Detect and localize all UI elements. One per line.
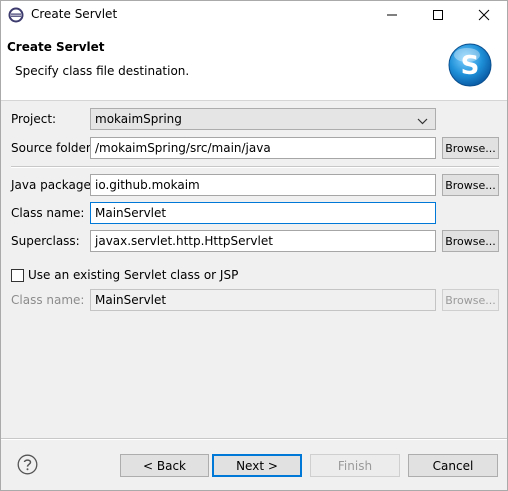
class-name-input[interactable]: MainServlet [90, 202, 436, 224]
help-icon [17, 454, 38, 475]
minimize-icon [387, 14, 397, 16]
maximize-button[interactable] [415, 1, 461, 29]
window-title: Create Servlet [31, 7, 118, 21]
minimize-button[interactable] [369, 1, 415, 29]
class-name-label: Class name: [11, 206, 85, 220]
help-button[interactable] [17, 454, 38, 475]
superclass-browse-button[interactable]: Browse... [442, 230, 499, 252]
cancel-button[interactable]: Cancel [408, 454, 498, 477]
project-value: mokaimSpring [95, 112, 182, 126]
wizard-header: Create Servlet Specify class file destin… [1, 29, 507, 101]
close-button[interactable] [461, 1, 507, 29]
java-package-label: Java package: [11, 178, 95, 192]
chevron-down-icon [417, 113, 428, 125]
source-folder-browse-button[interactable]: Browse... [442, 137, 499, 159]
finish-button: Finish [310, 454, 400, 477]
eclipse-app-icon [8, 7, 24, 23]
back-button[interactable]: < Back [120, 454, 209, 477]
source-folder-label: Source folder: [11, 141, 95, 155]
title-bar[interactable]: Create Servlet [1, 1, 507, 29]
java-package-browse-button[interactable]: Browse... [442, 174, 499, 196]
java-package-input[interactable]: io.github.mokaim [90, 174, 436, 196]
source-folder-input[interactable]: /mokaimSpring/src/main/java [90, 137, 436, 159]
wizard-title: Create Servlet [7, 40, 105, 54]
existing-class-browse-button: Browse... [442, 289, 499, 311]
project-combo[interactable]: mokaimSpring [90, 108, 436, 130]
servlet-logo-icon: S [447, 42, 493, 88]
use-existing-checkbox-row[interactable]: Use an existing Servlet class or JSP [11, 267, 238, 283]
superclass-input[interactable]: javax.servlet.http.HttpServlet [90, 230, 436, 252]
existing-class-name-label: Class name: [11, 293, 85, 307]
existing-class-name-input: MainServlet [90, 289, 436, 311]
project-label: Project: [11, 112, 57, 126]
create-servlet-dialog: Create Servlet Create Servlet Specify cl… [0, 0, 508, 491]
logo-letter: S [461, 51, 480, 81]
maximize-icon [433, 10, 443, 20]
wizard-description: Specify class file destination. [15, 64, 190, 78]
use-existing-label: Use an existing Servlet class or JSP [28, 268, 239, 282]
use-existing-checkbox[interactable] [11, 268, 24, 282]
next-button[interactable]: Next > [212, 454, 302, 477]
form-separator [11, 166, 499, 168]
close-icon [478, 9, 490, 21]
footer-separator [1, 438, 507, 440]
superclass-label: Superclass: [11, 234, 80, 248]
